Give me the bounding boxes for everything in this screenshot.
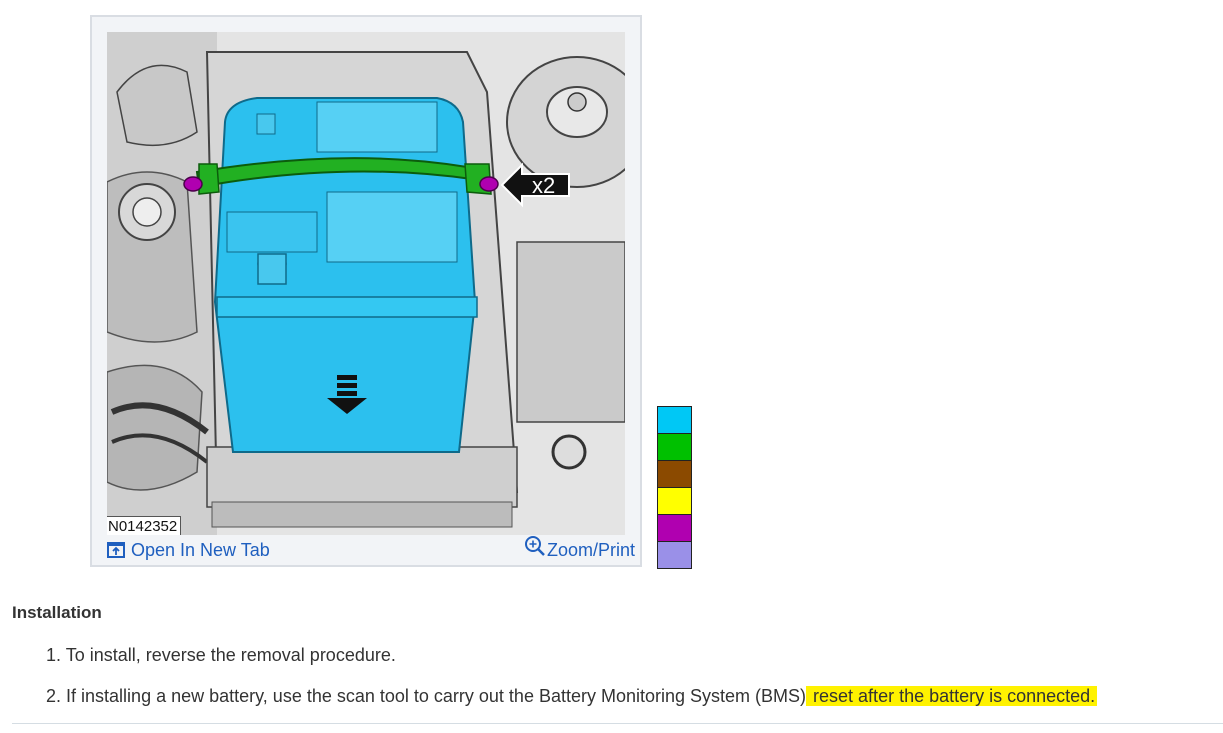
figure-actions: Open In New Tab Zoom/Print [107,535,635,565]
legend-swatch-brown [657,460,692,488]
section-divider [12,723,1223,724]
installation-heading: Installation [12,603,102,622]
highlighted-text: reset after the battery is connected. [806,686,1098,706]
zoom-in-icon [524,535,546,557]
zoom-print-link[interactable]: Zoom/Print [524,536,635,561]
step-number: 1. [46,645,62,665]
figure-id: N0142352 [107,516,182,535]
step-item: 1. To install, reverse the removal proce… [46,644,1097,685]
battery-drawing: x2 [107,32,625,535]
figure-card: x2 N0142352 Open In New Tab Zoom/Print [90,15,642,567]
step-number: 2. [46,686,62,706]
installation-steps: 1. To install, reverse the removal proce… [46,644,1098,726]
color-legend [657,406,692,569]
open-in-new-tab-link[interactable]: Open In New Tab [107,540,270,561]
open-new-tab-icon [107,542,125,558]
battery-illustration: x2 N0142352 [107,32,625,535]
step-text: To install, reverse the removal procedur… [65,645,396,665]
legend-swatch-cyan [657,406,692,434]
legend-swatch-yellow [657,487,692,515]
step-item: 2. If installing a new battery, use the … [46,685,1098,726]
legend-swatch-magenta [657,514,692,542]
legend-swatch-green [657,433,692,461]
open-in-new-tab-label: Open In New Tab [131,539,270,560]
zoom-print-label: Zoom/Print [546,539,635,560]
callout-label: x2 [532,173,555,198]
step-text: If installing a new battery, use the sca… [66,686,807,706]
legend-swatch-lavender [657,541,692,569]
page: x2 N0142352 Open In New Tab Zoom/Print I… [0,0,1223,733]
